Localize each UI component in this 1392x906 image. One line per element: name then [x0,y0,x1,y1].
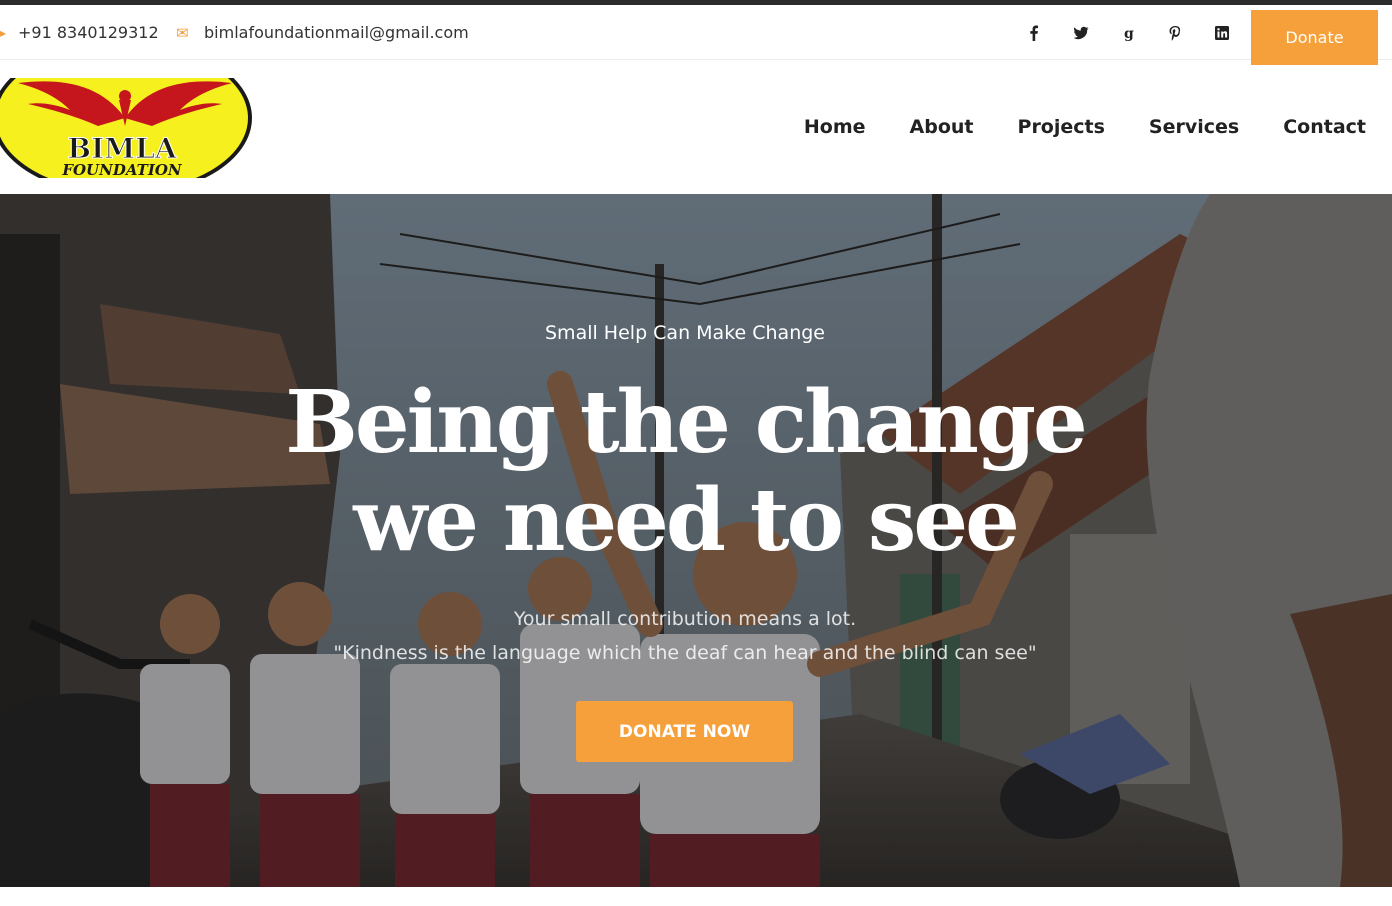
hero-tagline: Small Help Can Make Change [545,322,825,344]
contact-email[interactable]: ✉ bimlafoundationmail@gmail.com [176,23,469,42]
logo-text-foundation: FOUNDATION [61,161,183,178]
nav-services[interactable]: Services [1149,116,1239,138]
hero-section: Small Help Can Make Change Being the cha… [0,194,1392,887]
hero-quote: "Kindness is the language which the deaf… [333,642,1037,664]
hero-headline-line2: we need to see [353,470,1020,571]
phone-icon: ▸ [0,25,7,40]
svg-text:g: g [1124,26,1134,41]
pinterest-icon[interactable] [1151,19,1198,47]
donate-now-button[interactable]: DONATE NOW [576,701,793,762]
nav-home[interactable]: Home [804,116,866,138]
nav-contact[interactable]: Contact [1283,116,1366,138]
social-links: g [1010,19,1245,47]
email-address: bimlafoundationmail@gmail.com [204,23,469,42]
linkedin-icon[interactable] [1198,19,1245,47]
google-icon[interactable]: g [1104,19,1151,47]
page-bottom-space [0,887,1392,906]
hero-headline: Being the change we need to see [0,374,1370,570]
facebook-icon[interactable] [1010,19,1057,47]
hero-content: Small Help Can Make Change Being the cha… [0,194,1392,887]
twitter-icon[interactable] [1057,19,1104,47]
top-bar: ▸ +91 8340129312 ✉ bimlafoundationmail@g… [0,5,1392,65]
phone-number: +91 8340129312 [18,23,159,42]
contact-phone[interactable]: ▸ +91 8340129312 [0,23,159,42]
hero-subtext: Your small contribution means a lot. [513,608,857,630]
nav-about[interactable]: About [910,116,974,138]
main-nav: Home About Projects Services Contact [760,116,1366,138]
hero-headline-line1: Being the change [285,372,1088,473]
envelope-icon: ✉ [176,23,189,42]
nav-projects[interactable]: Projects [1018,116,1105,138]
donate-button[interactable]: Donate [1251,10,1378,65]
bimla-foundation-logo[interactable]: BIMLA FOUNDATION [0,78,256,178]
